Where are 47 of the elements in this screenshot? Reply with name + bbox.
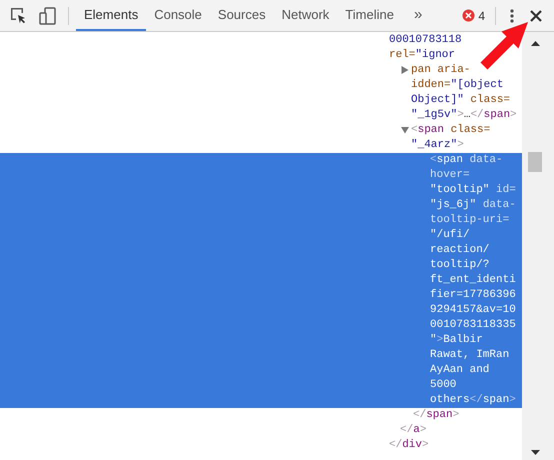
scroll-up-icon[interactable] [531, 41, 540, 46]
scroll-thumb[interactable] [528, 152, 542, 172]
expanded-triangle-icon[interactable] [401, 126, 409, 134]
code-line: 0010783118335 [430, 319, 516, 331]
error-icon [462, 9, 476, 22]
device-icon[interactable] [39, 6, 56, 24]
code-line: 00010783118 [389, 34, 462, 46]
code-line: 9294157&av=10 [430, 304, 516, 316]
code-line: tooltip-uri= [430, 214, 510, 226]
code-line: </span> [413, 409, 460, 421]
panel-tab[interactable]: Elements [76, 0, 146, 31]
code-line: pan aria- [411, 64, 470, 76]
more-tabs-button[interactable]: » [414, 4, 422, 27]
selected-node-highlight[interactable]: <span data- hover= "tooltip" id= "js_6j" data- tooltip-uri= "/ufi/ reaction/ tooltip/? ft_ent_identi fier=17786396 9294157&av=10 0010783118335 ">Balbir Rawat, ImRan AyAan and 5000 others</span> [0, 153, 522, 408]
code-line: "js_6j" data- [430, 199, 516, 211]
scroll-down-icon[interactable] [531, 450, 540, 455]
code-line: "/ufi/ [430, 229, 470, 241]
scrollbar[interactable] [522, 32, 554, 460]
code-line: ft_ent_identi [430, 274, 516, 286]
code-line: <span class= [411, 124, 490, 136]
error-counter[interactable]: 4 [462, 6, 485, 24]
code-line: idden="[object [411, 79, 504, 91]
code-line: </div> [389, 439, 429, 451]
inspect-icon[interactable] [10, 7, 27, 24]
code-line: rel="ignor [389, 49, 456, 61]
panel-tab[interactable]: Network [274, 0, 338, 31]
collapsed-triangle-icon[interactable] [401, 66, 409, 74]
code-line: others</span> [430, 394, 516, 406]
code-line: Object]" class= [411, 94, 510, 106]
code-line: "tooltip" id= [430, 184, 516, 196]
code-line: fier=17786396 [430, 289, 516, 301]
code-line: AyAan and [430, 364, 490, 376]
code-line: tooltip/? [430, 259, 490, 271]
code-line: <span data- [430, 154, 503, 166]
close-icon[interactable] [530, 10, 542, 22]
code-line: ">Balbir [430, 334, 483, 346]
code-line: hover= [430, 169, 470, 181]
code-line: </a> [400, 424, 426, 436]
code-line: Rawat, ImRan [430, 349, 510, 361]
panel-tab[interactable]: Sources [210, 0, 274, 31]
more-options-icon[interactable] [510, 8, 514, 22]
code-line: reaction/ [430, 244, 490, 256]
panel-tab[interactable]: Console [146, 0, 210, 31]
code-line: "_1g5v">…</span> [411, 109, 517, 121]
code-line: 5000 [430, 379, 456, 391]
panel-tab[interactable]: Timeline [337, 0, 402, 31]
code-line: "_4arz"> [411, 139, 464, 151]
